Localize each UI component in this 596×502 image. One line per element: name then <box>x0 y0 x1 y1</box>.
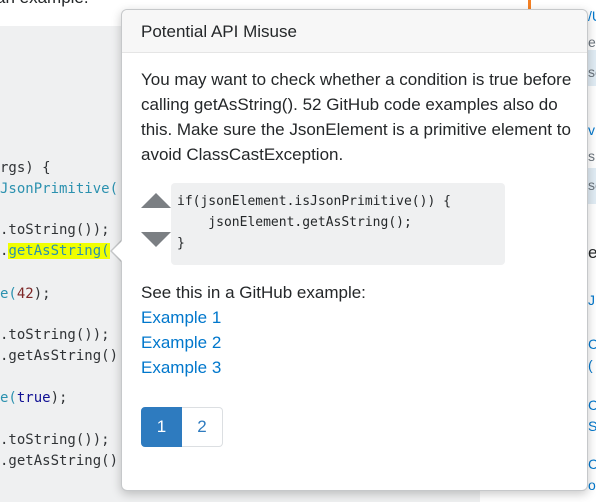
popup-title: Potential API Misuse <box>122 10 587 53</box>
vote-up-icon[interactable] <box>141 193 171 208</box>
sidebar-text: e <box>588 34 596 50</box>
code-line: .getAsString() <box>0 453 119 469</box>
api-misuse-popup: Potential API Misuse You may want to che… <box>121 9 588 491</box>
code-line: e(42); <box>0 286 51 302</box>
sidebar-link[interactable]: /U <box>588 8 596 24</box>
code-line: .toString()); <box>0 222 110 238</box>
page-button-1[interactable]: 1 <box>141 407 182 447</box>
sidebar-link[interactable]: o <box>588 477 596 493</box>
code-example-line: } <box>177 236 185 251</box>
sidebar-text: sc <box>588 177 596 193</box>
code-example: if(jsonElement.isJsonPrimitive()) { json… <box>171 183 505 265</box>
sidebar-link[interactable]: C <box>588 336 596 352</box>
sidebar-link[interactable]: C <box>588 456 596 472</box>
example-link-2[interactable]: Example 2 <box>141 333 221 353</box>
code-line: .toString()); <box>0 327 110 343</box>
page-text-snippet: an example. <box>0 0 89 8</box>
code-line: .getAsString() <box>0 348 119 364</box>
sidebar-text: sc <box>588 64 596 80</box>
sidebar-link[interactable]: ( <box>588 357 593 373</box>
popup-message: You may want to check whether a conditio… <box>141 70 572 164</box>
sidebar-link[interactable]: v <box>588 122 595 138</box>
code-line: .toString()); <box>0 432 110 448</box>
code-line: rgs) { <box>0 160 51 176</box>
code-line: .getAsString( <box>0 243 110 259</box>
code-example-line: if(jsonElement.isJsonPrimitive()) { <box>177 194 451 209</box>
sidebar-link[interactable]: J <box>588 292 595 308</box>
pagination: 1 2 <box>141 407 223 447</box>
page-button-2[interactable]: 2 <box>182 407 223 447</box>
sidebar-link[interactable]: S <box>588 418 596 434</box>
popup-pointer-fill <box>112 241 122 261</box>
example-link-3[interactable]: Example 3 <box>141 358 221 378</box>
code-example-line: jsonElement.getAsString(); <box>177 215 412 230</box>
sidebar-link[interactable]: C <box>588 397 596 413</box>
code-line: JsonPrimitive( <box>0 181 119 197</box>
vote-down-icon[interactable] <box>141 232 171 247</box>
highlighted-call: getAsString( <box>8 243 110 259</box>
sidebar-text: s <box>588 148 595 164</box>
example-link-1[interactable]: Example 1 <box>141 308 221 328</box>
sidebar-heading: e <box>588 243 596 262</box>
github-example-label: See this in a GitHub example: <box>141 283 366 302</box>
code-line: e(true); <box>0 390 68 406</box>
